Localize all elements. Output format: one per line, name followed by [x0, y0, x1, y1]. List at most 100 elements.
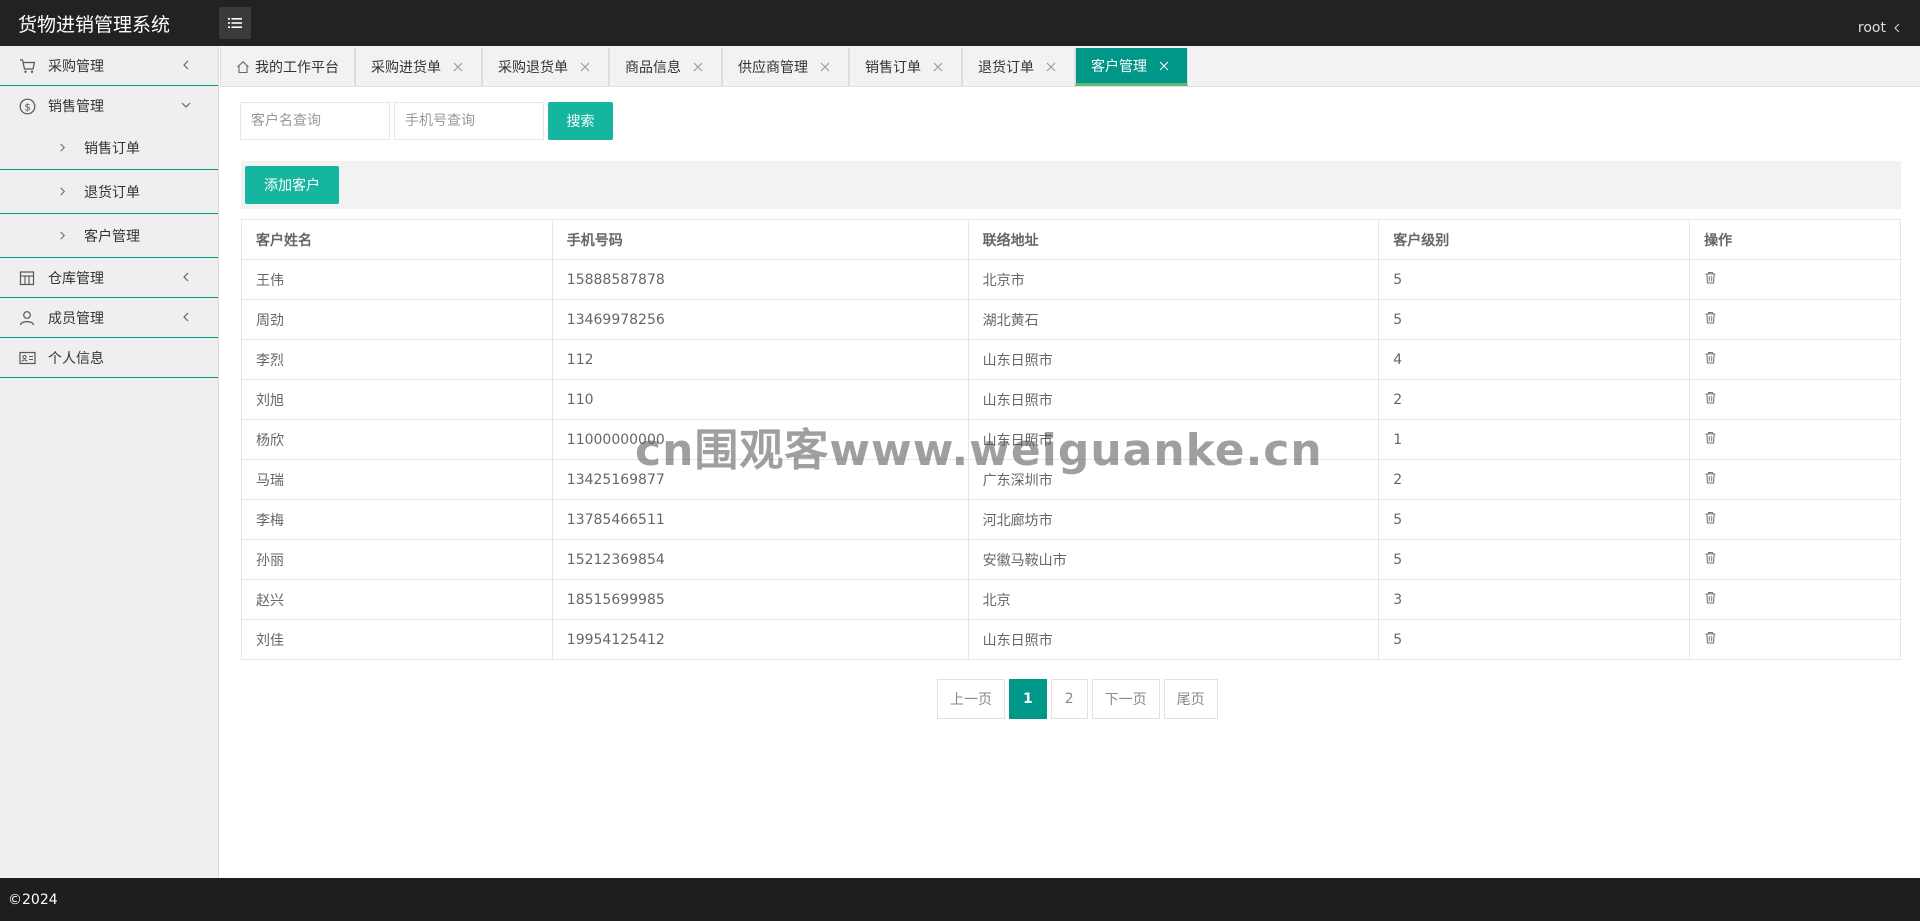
next-page-button[interactable]: 下一页 — [1091, 679, 1160, 719]
search-button[interactable]: 搜索 — [548, 102, 613, 140]
column-header-name: 客户姓名 — [241, 219, 553, 260]
table-toolbar — [241, 161, 1901, 209]
chevron-right-icon — [60, 187, 66, 196]
cell-address: 湖北黄石 — [967, 299, 1380, 340]
tab-purchase-inbound[interactable]: 采购进货单 — [355, 48, 482, 86]
close-icon[interactable] — [1159, 61, 1169, 71]
chevron-left-icon — [183, 312, 189, 322]
cell-phone: 13469978256 — [551, 299, 969, 340]
trash-icon[interactable] — [1704, 351, 1717, 364]
column-header-phone: 手机号码 — [551, 219, 969, 260]
home-icon — [237, 61, 249, 74]
column-header-address: 联络地址 — [967, 219, 1380, 260]
cell-level: 5 — [1378, 259, 1691, 300]
tab-label: 客户管理 — [1091, 58, 1147, 75]
trash-icon[interactable] — [1704, 311, 1717, 324]
user-menu[interactable]: root — [1858, 20, 1902, 36]
sidebar-item-purchase[interactable]: 采购管理 — [0, 46, 218, 86]
page-button-1[interactable]: 1 — [1009, 679, 1047, 719]
chevron-left-icon — [183, 272, 189, 282]
cell-name: 刘旭 — [241, 379, 553, 420]
sidebar-subitem-return-orders[interactable]: 退货订单 — [0, 170, 218, 214]
sidebar-item-warehouse[interactable]: 仓库管理 — [0, 258, 218, 298]
trash-icon[interactable] — [1704, 591, 1717, 604]
trash-icon[interactable] — [1704, 391, 1717, 404]
footer: ©2024 — [0, 878, 1920, 921]
last-page-button[interactable]: 尾页 — [1163, 679, 1218, 719]
page-button-2[interactable]: 2 — [1050, 679, 1088, 719]
cell-phone: 18515699985 — [551, 579, 969, 620]
sidebar-item-label: 仓库管理 — [48, 270, 104, 287]
sidebar-item-sales[interactable]: $ 销售管理 — [0, 86, 218, 126]
customer-name-search-input[interactable] — [240, 102, 390, 140]
tab-purchase-return[interactable]: 采购退货单 — [482, 48, 609, 86]
close-icon[interactable] — [580, 62, 590, 72]
trash-icon[interactable] — [1704, 631, 1717, 644]
cell-actions — [1689, 579, 1901, 620]
sidebar-item-label: 采购管理 — [48, 58, 104, 75]
trash-icon[interactable] — [1704, 271, 1717, 284]
tab-label: 商品信息 — [625, 60, 681, 76]
cell-name: 李烈 — [241, 339, 553, 380]
sidebar-item-label: 成员管理 — [48, 310, 104, 327]
table-row: 刘佳 19954125412 山东日照市 5 — [241, 619, 1901, 660]
cell-address: 北京市 — [967, 259, 1380, 300]
tab-sales-orders[interactable]: 销售订单 — [849, 48, 962, 86]
menu-toggle-button[interactable] — [219, 7, 251, 39]
cell-level: 2 — [1378, 379, 1691, 420]
close-icon[interactable] — [1046, 62, 1056, 72]
tab-label: 采购进货单 — [371, 60, 441, 76]
tab-workbench[interactable]: 我的工作平台 — [220, 48, 355, 86]
trash-icon[interactable] — [1704, 551, 1717, 564]
cell-address: 河北廊坊市 — [967, 499, 1380, 540]
table-header-row: 客户姓名 手机号码 联络地址 客户级别 操作 — [241, 219, 1901, 260]
tab-customer-management[interactable]: 客户管理 — [1075, 48, 1188, 86]
close-icon[interactable] — [693, 62, 703, 72]
sidebar-subitem-customers[interactable]: 客户管理 — [0, 214, 218, 258]
trash-icon[interactable] — [1704, 511, 1717, 524]
tab-label: 供应商管理 — [738, 60, 808, 76]
phone-search-input[interactable] — [394, 102, 544, 140]
cell-actions — [1689, 539, 1901, 580]
cell-level: 5 — [1378, 539, 1691, 580]
cell-name: 李梅 — [241, 499, 553, 540]
add-customer-button[interactable]: 添加客户 — [245, 166, 339, 204]
watermark: cn围观客www.weiguanke.cn — [635, 425, 1323, 476]
cell-name: 马瑞 — [241, 459, 553, 500]
cell-actions — [1689, 459, 1901, 500]
warehouse-icon — [18, 269, 36, 287]
svg-text:$: $ — [24, 102, 30, 113]
trash-icon[interactable] — [1704, 471, 1717, 484]
table-row: 李梅 13785466511 河北廊坊市 5 — [241, 499, 1901, 540]
cell-actions — [1689, 259, 1901, 300]
cell-level: 5 — [1378, 299, 1691, 340]
cell-address: 山东日照市 — [967, 339, 1380, 380]
cell-actions — [1689, 299, 1901, 340]
cell-level: 2 — [1378, 459, 1691, 500]
trash-icon[interactable] — [1704, 431, 1717, 444]
cell-actions — [1689, 379, 1901, 420]
tab-supplier-management[interactable]: 供应商管理 — [722, 48, 849, 86]
cart-icon — [18, 57, 36, 75]
username: root — [1857, 20, 1886, 36]
cell-level: 5 — [1378, 619, 1691, 660]
tab-label: 我的工作平台 — [255, 60, 339, 76]
cell-name: 赵兴 — [241, 579, 553, 620]
table-row: 周劲 13469978256 湖北黄石 5 — [241, 299, 1901, 340]
cell-level: 5 — [1378, 499, 1691, 540]
sidebar-item-profile[interactable]: 个人信息 — [0, 338, 218, 378]
sidebar-subitem-sales-orders[interactable]: 销售订单 — [0, 126, 218, 170]
cell-name: 刘佳 — [241, 619, 553, 660]
tab-bar: 我的工作平台 采购进货单 采购退货单 商品信息 供应商管理 销售订单 退货订单 … — [220, 46, 1920, 87]
list-icon — [228, 18, 242, 28]
chevron-right-icon — [60, 231, 66, 240]
chevron-left-icon — [183, 60, 189, 70]
close-icon[interactable] — [453, 62, 463, 72]
prev-page-button[interactable]: 上一页 — [937, 679, 1005, 719]
close-icon[interactable] — [933, 62, 943, 72]
cell-actions — [1689, 499, 1901, 540]
close-icon[interactable] — [820, 62, 830, 72]
sidebar-item-members[interactable]: 成员管理 — [0, 298, 218, 338]
tab-product-info[interactable]: 商品信息 — [609, 48, 722, 86]
tab-return-orders[interactable]: 退货订单 — [962, 48, 1075, 86]
